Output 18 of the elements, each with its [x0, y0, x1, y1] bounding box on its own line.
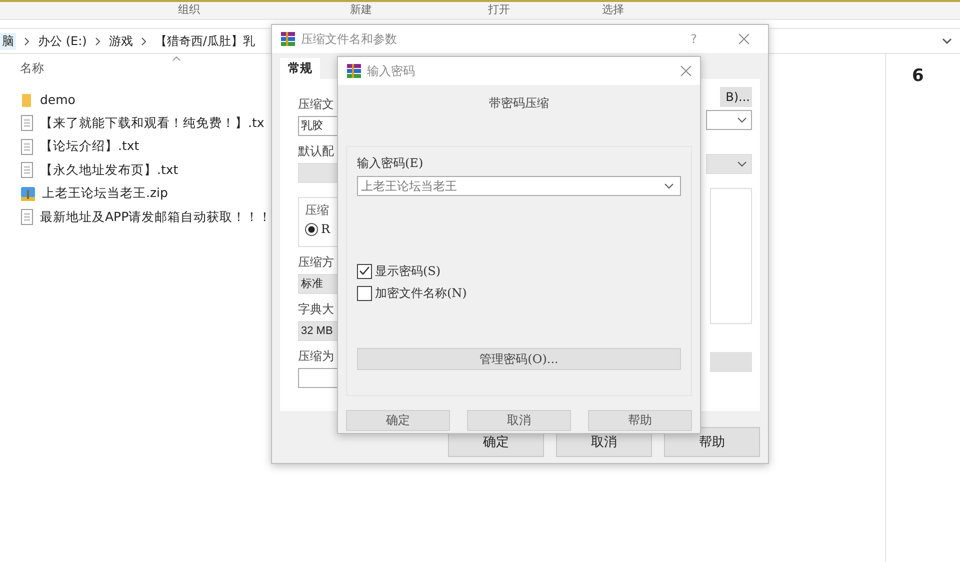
ribbon-group-label: 新建 — [350, 2, 372, 18]
checkbox-label: 显示密码(S) — [375, 262, 441, 280]
ribbon-group-label: 打开 — [488, 2, 510, 18]
checkbox-label: 加密文件名称(N) — [375, 284, 467, 302]
field-label: 输入密码(E) — [357, 155, 424, 172]
group-label: 压缩 — [305, 202, 330, 219]
field-label: 压缩方 — [298, 254, 334, 271]
dialog-heading: 带密码压缩 — [489, 95, 549, 112]
window-title: 压缩文件名和参数 — [301, 30, 397, 48]
ribbon-group-label: 组织 — [178, 2, 200, 18]
window-title: 输入密码 — [367, 62, 415, 80]
ribbon-group-label: 选择 — [602, 2, 624, 18]
radio-label: R — [321, 222, 330, 236]
item-count: 6 — [912, 66, 924, 86]
field-label: 字典大 — [298, 301, 334, 318]
field-label: 压缩为 — [298, 348, 334, 365]
field-label: 默认配 — [298, 143, 334, 160]
field-label: 压缩文 — [298, 96, 334, 113]
